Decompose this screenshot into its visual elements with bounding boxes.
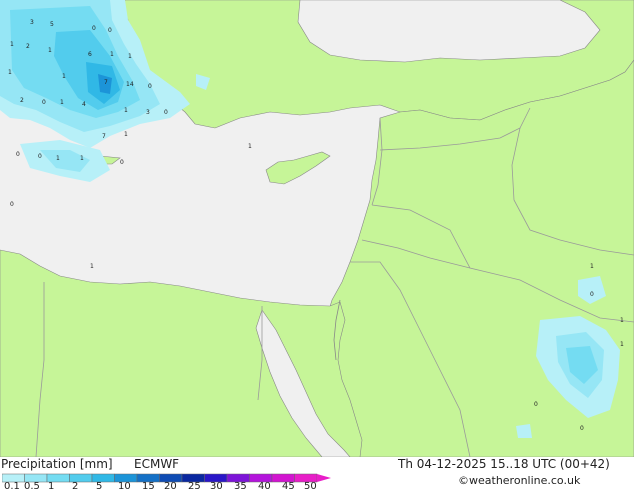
colorscale-label: 15 bbox=[142, 481, 155, 490]
precipitation-value-label: 0 bbox=[590, 291, 594, 298]
precipitation-value-label: 2 bbox=[20, 97, 24, 104]
precipitation-value-label: 0 bbox=[148, 83, 152, 90]
precipitation-value-label: 1 bbox=[60, 99, 64, 106]
precipitation-value-label: 0 bbox=[42, 99, 46, 106]
colorscale-label: 45 bbox=[282, 481, 295, 490]
precipitation-value-label: 2 bbox=[26, 43, 30, 50]
precipitation-value-label: 1 bbox=[620, 317, 624, 324]
colorscale-label: 35 bbox=[234, 481, 247, 490]
colorscale-label: 0.1 bbox=[4, 481, 20, 490]
precipitation-value-label: 1 bbox=[124, 107, 128, 114]
legend-bar: Precipitation [mm] ECMWF Th 04-12-2025 1… bbox=[0, 457, 634, 490]
colorscale-label: 1 bbox=[48, 481, 55, 490]
colorscale-label: 30 bbox=[210, 481, 223, 490]
precipitation-value-label: 1 bbox=[90, 263, 94, 270]
precipitation-value-label: 1 bbox=[8, 69, 12, 76]
colorscale-label: 20 bbox=[164, 481, 177, 490]
precipitation-value-label: 5 bbox=[50, 21, 54, 28]
precipitation-value-label: 1 bbox=[48, 47, 52, 54]
colorscale-label: 5 bbox=[96, 481, 103, 490]
model-name: ECMWF bbox=[134, 457, 180, 471]
precipitation-value-label: 3 bbox=[146, 109, 150, 116]
precipitation-value-label: 0 bbox=[120, 159, 124, 166]
precipitation-value-label: 0 bbox=[92, 25, 96, 32]
precipitation-value-label: 7 bbox=[102, 133, 106, 140]
precipitation-value-label: 6 bbox=[88, 51, 92, 58]
precipitation-value-label: 3 bbox=[30, 19, 34, 26]
precipitation-value-label: 1 bbox=[56, 155, 60, 162]
precipitation-value-label: 0 bbox=[38, 153, 42, 160]
precipitation-value-label: 0 bbox=[534, 401, 538, 408]
colorscale-arrow bbox=[317, 474, 331, 482]
map-view: 3 5 1 2 0 1 6 1 0 1 7 14 0 1 2 3 1 7 4 0 1 0 1 1 0 0 1 1 0 1 0 1 1 0 1 1 0 0 … bbox=[0, 0, 634, 490]
precipitation-value-label: 1 bbox=[124, 131, 128, 138]
precipitation-value-label: 1 bbox=[620, 341, 624, 348]
precipitation-value-label: 1 bbox=[80, 155, 84, 162]
colorscale-label: 25 bbox=[188, 481, 201, 490]
precipitation-value-label: 7 bbox=[104, 79, 108, 86]
precipitation-value-label: 0 bbox=[580, 425, 584, 432]
colorscale-label: 50 bbox=[304, 481, 317, 490]
colorscale-label: 40 bbox=[258, 481, 271, 490]
precipitation-value-label: 0 bbox=[16, 151, 20, 158]
precipitation-value-label: 1 bbox=[62, 73, 66, 80]
precipitation-value-label: 1 bbox=[110, 51, 114, 58]
precipitation-value-label: 1 bbox=[10, 41, 14, 48]
precipitation-value-label: 1 bbox=[590, 263, 594, 270]
precipitation-value-label: 4 bbox=[82, 101, 86, 108]
product-title: Precipitation [mm] bbox=[1, 457, 113, 471]
precipitation-value-label: 1 bbox=[128, 53, 132, 60]
valid-time: Th 04-12-2025 15..18 UTC (00+42) bbox=[398, 457, 610, 471]
precipitation-value-label: 0 bbox=[164, 109, 168, 116]
credit-link[interactable]: ©weatheronline.co.uk bbox=[458, 474, 580, 487]
black-sea bbox=[297, 0, 601, 63]
colorscale-label: 10 bbox=[118, 481, 131, 490]
precipitation-value-label: 14 bbox=[126, 81, 134, 88]
colorscale-label: 0.5 bbox=[24, 481, 40, 490]
precipitation-value-label: 1 bbox=[248, 143, 252, 150]
colorscale-label: 2 bbox=[72, 481, 79, 490]
precipitation-value-label: 0 bbox=[10, 201, 14, 208]
precipitation-value-label: 0 bbox=[108, 27, 112, 34]
precipitation-map: 3 5 1 2 0 1 6 1 0 1 7 14 0 1 2 3 1 7 4 0 1 0 1 1 0 0 1 1 0 1 0 1 1 0 1 1 0 0 bbox=[0, 0, 634, 458]
